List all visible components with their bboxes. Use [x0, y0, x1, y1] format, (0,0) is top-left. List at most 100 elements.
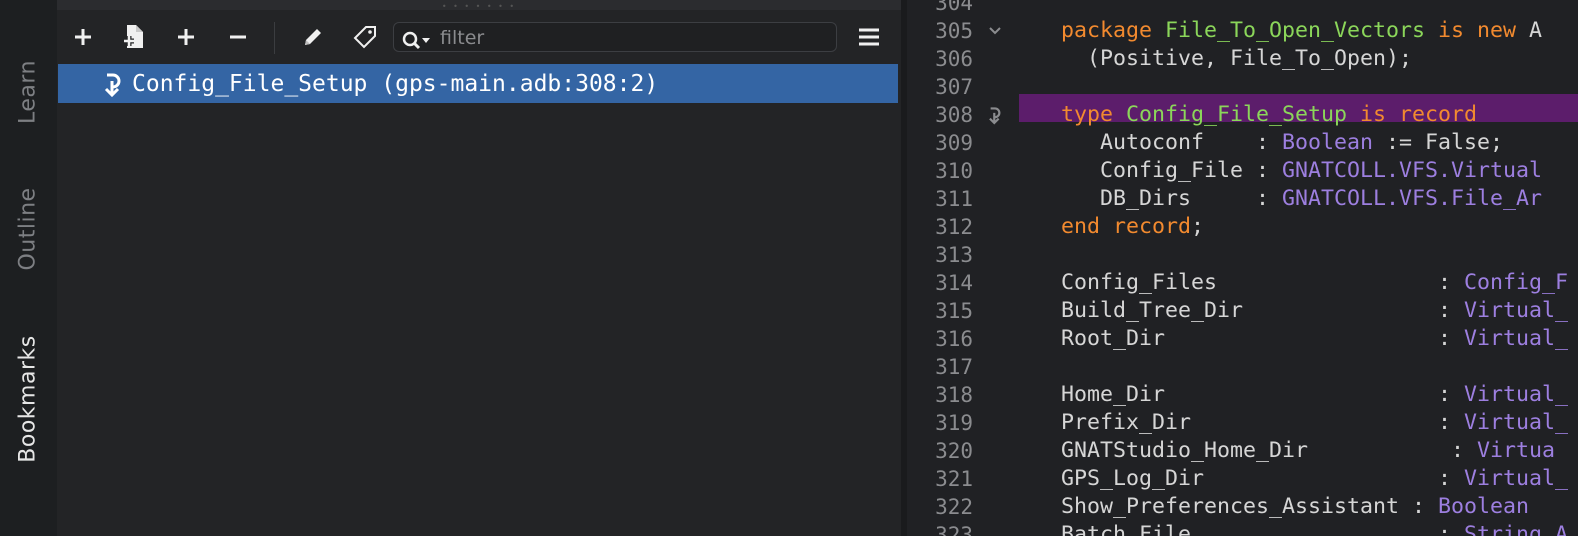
bookmark-marker-icon	[985, 101, 1005, 129]
code-token: package	[1061, 18, 1166, 43]
line-number: 311	[935, 187, 973, 211]
bookmark-row[interactable]: Config_File_Setup (gps-main.adb:308:2)	[58, 64, 898, 103]
line-number: 323	[935, 523, 973, 536]
tag-icon	[353, 26, 376, 49]
line-number: 320	[935, 439, 973, 463]
code-token: DB_Dirs :	[1061, 186, 1283, 211]
code-token: is record	[1360, 102, 1478, 127]
code-token: A	[1529, 18, 1543, 43]
code-line: Autoconf : Boolean := False;	[1061, 129, 1503, 157]
code-line: end record;	[1061, 213, 1204, 241]
new-file-bookmark-button[interactable]	[114, 12, 154, 62]
code-token: Virtual_	[1464, 410, 1569, 435]
line-number: 310	[935, 159, 973, 183]
code-token: Prefix_Dir :	[1061, 410, 1465, 435]
code-line: GNATStudio_Home_Dir : Virtua	[1061, 437, 1555, 465]
toolbar-separator	[274, 22, 275, 54]
tab-bookmarks[interactable]: Bookmarks	[16, 335, 41, 462]
code-token: Show_Preferences_Assistant :	[1061, 494, 1439, 519]
line-number: 316	[935, 327, 973, 351]
code-token: GNATCOLL.VFS.Virtual	[1282, 158, 1543, 183]
code-token: GNATCOLL.VFS.File_Ar	[1282, 186, 1543, 211]
code-token: Boolean	[1438, 494, 1530, 519]
code-token: end record	[1061, 214, 1192, 239]
code-token: Build_Tree_Dir :	[1061, 298, 1465, 323]
code-token: := False;	[1373, 130, 1504, 155]
code-line: Home_Dir : Virtual_	[1061, 381, 1568, 409]
add-bookmark-button[interactable]	[63, 12, 103, 62]
code-line: Prefix_Dir : Virtual_	[1061, 409, 1568, 437]
line-number: 319	[935, 411, 973, 435]
edit-tag-button[interactable]	[345, 12, 385, 62]
code-line: package File_To_Open_Vectors is new A	[1061, 17, 1542, 45]
line-number: 309	[935, 131, 973, 155]
line-number: 322	[935, 495, 973, 519]
filter-input[interactable]	[438, 25, 832, 51]
code-token: Boolean	[1282, 130, 1374, 155]
code-token: Virtual_	[1464, 326, 1569, 351]
code-token: String_A	[1464, 522, 1569, 536]
code-token: Config_File :	[1061, 158, 1283, 183]
new-file-icon	[124, 25, 143, 48]
rename-button[interactable]	[293, 12, 333, 62]
code-token: Batch_File :	[1061, 522, 1465, 536]
line-number: 305	[935, 19, 973, 43]
line-number: 304	[935, 0, 973, 15]
tab-outline[interactable]: Outline	[16, 187, 41, 270]
code-token: Config_F	[1464, 270, 1569, 295]
code-token: Root_Dir :	[1061, 326, 1465, 351]
line-number: 312	[935, 215, 973, 239]
line-number: 315	[935, 299, 973, 323]
search-dropdown-icon[interactable]	[400, 29, 434, 51]
code-token: GPS_Log_Dir :	[1061, 466, 1465, 491]
code-line: Batch_File : String_A	[1061, 521, 1568, 536]
hamburger-menu-icon	[859, 28, 879, 46]
pencil-icon	[305, 29, 321, 45]
tab-learn[interactable]: Learn	[16, 60, 41, 124]
code-line: Config_File : GNATCOLL.VFS.Virtual	[1061, 157, 1542, 185]
plus-icon	[75, 29, 91, 45]
code-line: Build_Tree_Dir : Virtual_	[1061, 297, 1568, 325]
fold-chevron-icon[interactable]	[985, 17, 1005, 45]
code-token: File_To_Open_Vectors	[1165, 18, 1439, 43]
panel-menu-button[interactable]	[849, 12, 889, 62]
line-number: 307	[935, 75, 973, 99]
code-line: Show_Preferences_Assistant : Boolean	[1061, 493, 1529, 521]
code-line: Config_Files : Config_F	[1061, 269, 1568, 297]
code-token: Virtual_	[1464, 298, 1569, 323]
code-token: Config_Files :	[1061, 270, 1465, 295]
code-line: type Config_File_Setup is record	[1061, 101, 1477, 129]
code-token: Autoconf :	[1061, 130, 1283, 155]
line-number: 314	[935, 271, 973, 295]
bookmarks-panel: • • • • • • • filter Config_File_Setup (…	[57, 0, 901, 536]
code-token: Virtua	[1477, 438, 1556, 463]
collapse-all-button[interactable]	[218, 12, 258, 62]
code-token: GNATStudio_Home_Dir :	[1061, 438, 1478, 463]
bookmarks-toolbar	[57, 12, 901, 62]
expand-all-button[interactable]	[166, 12, 206, 62]
code-token: (Positive, File_To_Open);	[1061, 46, 1413, 71]
code-token: Virtual_	[1464, 382, 1569, 407]
code-token: Virtual_	[1464, 466, 1569, 491]
code-token: Config_File_Setup	[1126, 102, 1361, 127]
code-editor[interactable]: 304 305 306 307 308 309 310 311 312 313 314 315 316 3…	[907, 0, 1578, 536]
line-number: 313	[935, 243, 973, 267]
bookmark-label: Config_File_Setup (gps-main.adb:308:2)	[132, 70, 659, 97]
line-number: 321	[935, 467, 973, 491]
code-line: Root_Dir : Virtual_	[1061, 325, 1568, 353]
line-number-gutter: 304 305 306 307 308 309 310 311 312 313 314 315 316 3…	[907, 0, 1017, 536]
code-line: GPS_Log_Dir : Virtual_	[1061, 465, 1568, 493]
code-line: DB_Dirs : GNATCOLL.VFS.File_Ar	[1061, 185, 1542, 213]
line-number: 306	[935, 47, 973, 71]
bookmark-jump-icon	[104, 73, 121, 97]
filter-box	[393, 22, 837, 52]
code-line: (Positive, File_To_Open);	[1061, 45, 1412, 73]
line-number: 308	[935, 103, 973, 127]
code-token: type	[1061, 102, 1127, 127]
panel-drag-handle[interactable]: • • • • • • •	[57, 0, 901, 11]
plus-icon	[178, 29, 194, 45]
side-tab-bar: Learn Outline Bookmarks	[0, 0, 57, 536]
code-token: is new	[1438, 18, 1530, 43]
line-number: 317	[935, 355, 973, 379]
code-token: ;	[1191, 214, 1205, 239]
